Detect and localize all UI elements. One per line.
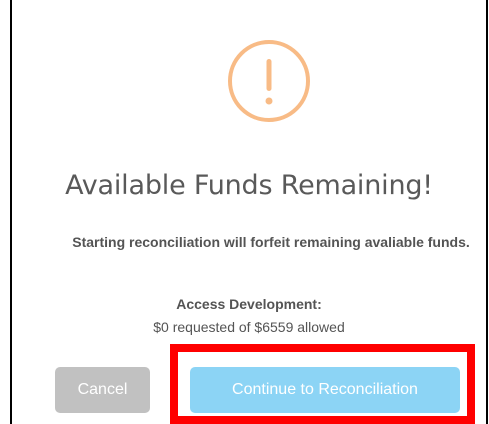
dialog-message: Starting reconciliation will forfeit rem… [72, 234, 470, 250]
warning-exclamation-icon [228, 40, 310, 122]
funds-amount: $0 requested of $6559 allowed [153, 319, 345, 335]
dialog-title: Available Funds Remaining! [65, 170, 433, 201]
right-border [486, 0, 488, 424]
screenshot-frame: Available Funds Remaining! Starting reco… [0, 0, 489, 424]
funds-label: Access Development: [176, 296, 322, 312]
continue-to-reconciliation-button[interactable]: Continue to Reconciliation [190, 367, 460, 413]
cancel-button[interactable]: Cancel [55, 367, 150, 413]
